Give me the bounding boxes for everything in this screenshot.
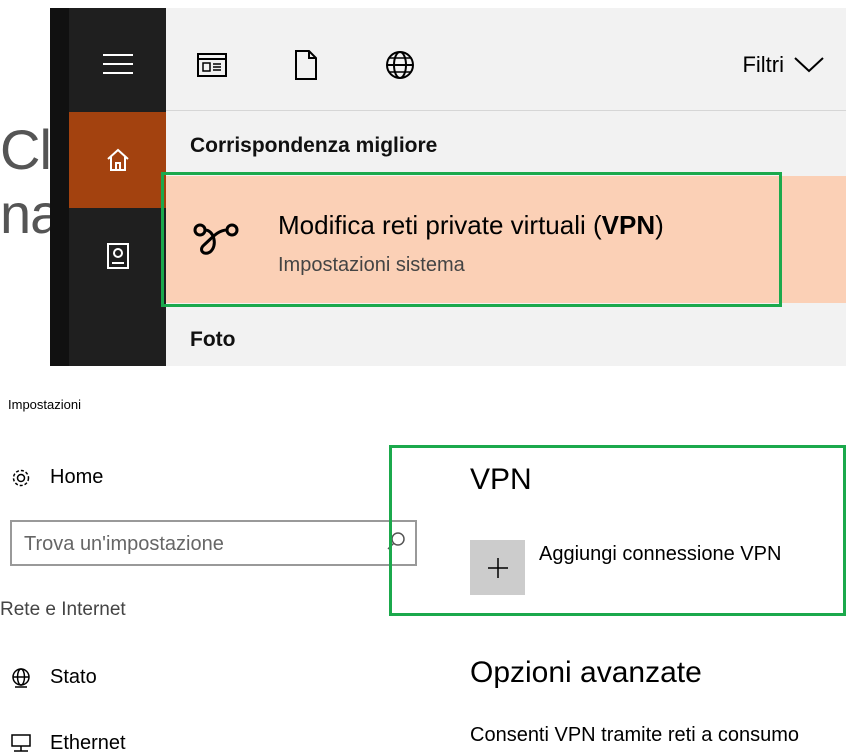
best-match-title: Modifica reti private virtuali (VPN) [278,210,664,241]
photos-heading: Foto [190,328,236,351]
settings-home-link[interactable]: Home [10,466,103,489]
metered-networks-option-label: Consenti VPN tramite reti a consumo [470,724,800,746]
sidebar-item-stato[interactable]: Stato [10,666,97,689]
network-globe-icon [10,667,32,689]
plus-icon [487,557,508,578]
network-group-label: Rete e Internet [0,599,126,620]
search-filter-bar: Filtri [166,8,846,111]
best-match-subtitle: Impostazioni sistema [278,254,465,276]
app-window-icon [197,53,227,77]
chevron-down-icon [794,57,824,73]
sidebar-item-label: Ethernet [50,732,126,754]
ethernet-icon [10,733,32,755]
settings-window-title: Impostazioni [8,397,81,412]
best-match-title-bold: VPN [601,210,656,240]
search-flyout: Filtri Corrispondenza migliore Modifica … [50,8,846,366]
hamburger-menu-button[interactable] [69,16,166,112]
documents-filter-button[interactable] [286,48,326,82]
home-rail-button[interactable] [69,112,166,208]
document-icon [295,50,317,80]
gear-icon [10,467,32,489]
search-left-rail [50,8,166,366]
search-icon[interactable] [385,530,407,552]
home-label: Home [50,466,104,488]
filters-dropdown[interactable]: Filtri [742,48,824,82]
add-vpn-label[interactable]: Aggiungi connessione VPN [539,543,781,566]
filters-label: Filtri [742,52,784,77]
vpn-heading: VPN [470,463,532,496]
notebook-rail-button[interactable] [69,208,166,304]
rail-edge-strip [50,8,69,366]
sidebar-item-ethernet[interactable]: Ethernet [10,732,126,755]
hamburger-menu-icon [102,54,133,74]
web-filter-button[interactable] [380,48,420,82]
search-results-panel: Filtri Corrispondenza migliore Modifica … [166,8,846,366]
settings-search-input[interactable] [22,529,386,559]
best-match-result[interactable]: Modifica reti private virtuali (VPN) Imp… [166,176,846,303]
notebook-icon [106,243,129,269]
settings-search-box[interactable] [10,520,417,566]
advanced-options-heading: Opzioni avanzate [470,656,702,689]
home-icon [106,148,129,171]
sidebar-item-label: Stato [50,666,97,688]
vpn-icon [193,223,239,255]
best-match-heading: Corrispondenza migliore [190,134,438,157]
highlight-box-vpn [389,445,846,616]
best-match-title-suffix: ) [655,210,664,240]
apps-filter-button[interactable] [192,48,232,82]
web-globe-icon [386,51,414,79]
best-match-title-prefix: Modifica reti private virtuali ( [278,210,602,240]
add-vpn-button[interactable] [470,540,525,595]
